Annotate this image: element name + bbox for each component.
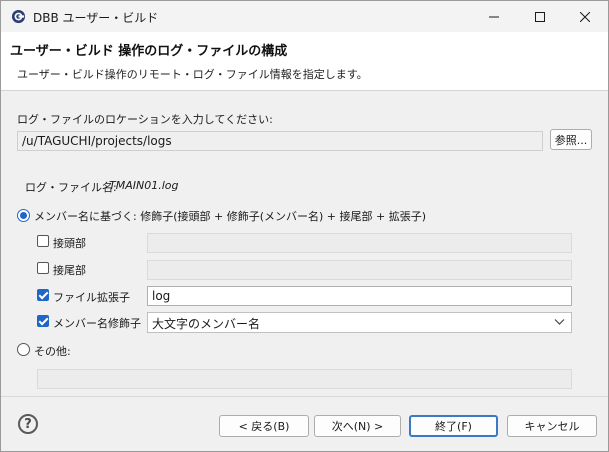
modifier-label: メンバー名修飾子 bbox=[53, 317, 141, 330]
prefix-label: 接頭部 bbox=[53, 237, 86, 250]
chevron-down-icon bbox=[554, 319, 565, 325]
member-name-radio[interactable] bbox=[17, 209, 30, 222]
maximize-icon bbox=[535, 11, 545, 22]
suffix-checkbox[interactable] bbox=[37, 262, 49, 274]
minimize-icon bbox=[489, 16, 499, 17]
close-icon bbox=[580, 11, 590, 22]
log-file-label: ログ・ファイル名: bbox=[25, 181, 117, 194]
location-input[interactable]: /u/TAGUCHI/projects/logs bbox=[17, 131, 543, 151]
location-label: ログ・ファイルのロケーションを入力してください: bbox=[17, 113, 273, 126]
wizard-header: ユーザー・ビルド 操作のログ・ファイルの構成 ユーザー・ビルド操作のリモート・ロ… bbox=[1, 32, 608, 91]
next-button[interactable]: 次へ(N) > bbox=[314, 415, 401, 437]
page-description: ユーザー・ビルド操作のリモート・ログ・ファイル情報を指定します。 bbox=[17, 68, 368, 81]
prefix-input[interactable] bbox=[147, 233, 572, 253]
other-radio[interactable] bbox=[17, 343, 30, 356]
page-title: ユーザー・ビルド 操作のログ・ファイルの構成 bbox=[10, 44, 288, 59]
title-bar: DBB ユーザー・ビルド bbox=[1, 1, 608, 32]
modifier-checkbox[interactable] bbox=[37, 315, 49, 327]
finish-button[interactable]: 終了(F) bbox=[409, 415, 498, 437]
maximize-button[interactable] bbox=[517, 1, 563, 32]
window-title: DBB ユーザー・ビルド bbox=[33, 11, 159, 25]
browse-button[interactable]: 参照... bbox=[550, 129, 592, 150]
cancel-button[interactable]: キャンセル bbox=[507, 415, 597, 437]
log-file-name: TMAIN01.log bbox=[109, 179, 179, 192]
suffix-input[interactable] bbox=[147, 260, 572, 280]
other-radio-label: その他: bbox=[34, 345, 71, 358]
modifier-select[interactable]: 大文字のメンバー名 bbox=[147, 312, 572, 333]
suffix-label: 接尾部 bbox=[53, 264, 86, 277]
prefix-checkbox[interactable] bbox=[37, 235, 49, 247]
member-name-radio-label: メンバー名に基づく: 修飾子(接頭部 + 修飾子(メンバー名) + 接尾部 + … bbox=[34, 210, 426, 223]
location-value: /u/TAGUCHI/projects/logs bbox=[22, 134, 172, 148]
extension-input[interactable]: log bbox=[147, 286, 572, 306]
extension-label: ファイル拡張子 bbox=[53, 291, 130, 304]
minimize-button[interactable] bbox=[471, 1, 517, 32]
extension-checkbox[interactable] bbox=[37, 289, 49, 301]
close-button[interactable] bbox=[562, 1, 608, 32]
help-icon[interactable]: ? bbox=[18, 414, 38, 434]
modifier-selected-value: 大文字のメンバー名 bbox=[152, 317, 261, 331]
other-input[interactable] bbox=[37, 369, 572, 389]
app-icon bbox=[11, 9, 26, 24]
extension-value: log bbox=[152, 289, 171, 303]
wizard-body: ログ・ファイルのロケーションを入力してください: /u/TAGUCHI/proj… bbox=[1, 92, 608, 397]
back-button[interactable]: < 戻る(B) bbox=[219, 415, 309, 437]
dialog-window: DBB ユーザー・ビルド ユーザー・ビルド 操作のログ・ファイルの構成 ユーザー… bbox=[0, 0, 609, 452]
